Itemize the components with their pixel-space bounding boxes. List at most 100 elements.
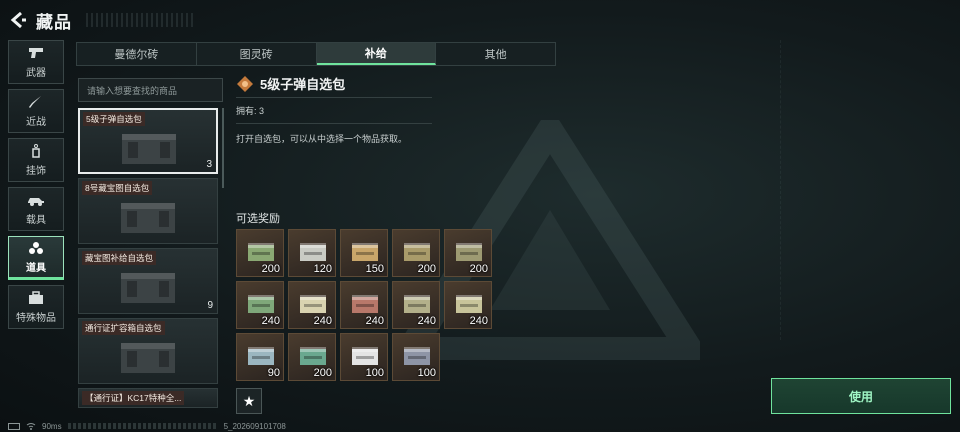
reward-item[interactable]: 240 bbox=[288, 281, 336, 329]
ammo-box-icon bbox=[404, 295, 430, 313]
reward-item[interactable]: 240 bbox=[340, 281, 388, 329]
vehicle-icon bbox=[28, 197, 44, 206]
reward-item[interactable]: 240 bbox=[236, 281, 284, 329]
background-hud-lines bbox=[780, 40, 960, 340]
reward-item[interactable]: 100 bbox=[392, 333, 440, 381]
subcategory-tabs: 曼德尔砖 图灵砖 补给 其他 bbox=[76, 42, 556, 66]
item-count: 3 bbox=[206, 159, 212, 170]
ammo-box-icon bbox=[300, 243, 326, 261]
reward-quantity: 200 bbox=[417, 263, 436, 275]
reward-item[interactable]: 200 bbox=[288, 333, 336, 381]
rewards-grid: 200 120 150 200 200 240 240 240 240 240 90 200 100 10… bbox=[236, 229, 496, 381]
item-name: 5级子弹自选包 bbox=[83, 112, 145, 126]
star-icon: ★ bbox=[242, 392, 256, 409]
ammo-box-icon bbox=[456, 243, 482, 261]
rail-item-special[interactable]: 特殊物品 bbox=[8, 285, 64, 329]
rail-label: 特殊物品 bbox=[16, 312, 56, 324]
item-name: 8号藏宝图自选包 bbox=[82, 181, 153, 195]
reward-item[interactable]: 100 bbox=[340, 333, 388, 381]
reward-quantity: 240 bbox=[469, 315, 488, 327]
reward-item[interactable]: 120 bbox=[288, 229, 336, 277]
battery-icon bbox=[8, 422, 20, 430]
ammo-box-icon bbox=[352, 295, 378, 313]
rail-label: 近战 bbox=[26, 116, 46, 128]
rewards-label: 可选奖励 bbox=[236, 213, 280, 225]
title-decoration bbox=[86, 13, 196, 27]
tab-other[interactable]: 其他 bbox=[436, 43, 555, 65]
search-input[interactable]: 请输入想要查找的商品 bbox=[78, 78, 223, 102]
reward-quantity: 240 bbox=[261, 315, 280, 327]
list-item[interactable]: 8号藏宝图自选包 bbox=[78, 178, 218, 244]
reward-quantity: 200 bbox=[261, 263, 280, 275]
reward-item[interactable]: 150 bbox=[340, 229, 388, 277]
reward-quantity: 100 bbox=[417, 367, 436, 379]
rail-label: 挂饰 bbox=[26, 165, 46, 177]
tab-mandel-brick[interactable]: 曼德尔砖 bbox=[77, 43, 197, 65]
reward-quantity: 100 bbox=[365, 367, 384, 379]
rail-item-weapons[interactable]: 武器 bbox=[8, 40, 64, 84]
reward-item[interactable]: 240 bbox=[444, 281, 492, 329]
item-list[interactable]: 5级子弹自选包 3 8号藏宝图自选包 藏宝图补给自选包 9 通行证扩容箱自选包 … bbox=[78, 108, 223, 432]
supply-crate-icon bbox=[121, 203, 175, 233]
item-name: 通行证扩容箱自选包 bbox=[82, 321, 165, 335]
rail-label: 载具 bbox=[26, 214, 46, 226]
rarity-diamond-icon bbox=[237, 75, 253, 92]
reward-item[interactable]: 200 bbox=[236, 229, 284, 277]
ammo-box-icon bbox=[404, 243, 430, 261]
item-name: 藏宝图补给自选包 bbox=[82, 251, 157, 265]
ammo-box-icon bbox=[248, 295, 274, 313]
use-button[interactable]: 使用 bbox=[771, 378, 951, 414]
ammo-box-icon bbox=[352, 347, 378, 365]
ammo-box-icon bbox=[248, 243, 274, 261]
reward-quantity: 90 bbox=[267, 367, 280, 379]
wifi-icon bbox=[26, 423, 36, 430]
rail-label: 武器 bbox=[26, 67, 46, 79]
back-arrow-icon[interactable] bbox=[8, 10, 28, 30]
reward-item[interactable]: 200 bbox=[444, 229, 492, 277]
ammo-box-icon bbox=[300, 347, 326, 365]
rail-item-items[interactable]: 道具 bbox=[8, 236, 64, 280]
ammo-box-icon bbox=[456, 295, 482, 313]
reward-quantity: 240 bbox=[417, 315, 436, 327]
reward-item[interactable]: 200 bbox=[392, 229, 440, 277]
header: 藏品 bbox=[8, 6, 196, 34]
list-item[interactable]: 5级子弹自选包 3 bbox=[78, 108, 218, 174]
reward-quantity: 200 bbox=[469, 263, 488, 275]
category-rail: 武器 近战 挂饰 载具 道具 特殊物品 bbox=[8, 40, 64, 334]
tab-turing-brick[interactable]: 图灵砖 bbox=[197, 43, 317, 65]
ammo-box-icon bbox=[300, 295, 326, 313]
list-item[interactable]: 通行证扩容箱自选包 bbox=[78, 318, 218, 384]
reward-item[interactable]: 240 bbox=[392, 281, 440, 329]
reward-item[interactable]: 90 bbox=[236, 333, 284, 381]
rail-label: 道具 bbox=[26, 262, 46, 274]
pistol-icon bbox=[29, 47, 43, 58]
favorite-button[interactable]: ★ bbox=[236, 388, 262, 414]
item-count: 9 bbox=[207, 300, 213, 311]
supply-crate-icon bbox=[121, 273, 175, 303]
rail-item-melee[interactable]: 近战 bbox=[8, 89, 64, 133]
item-name: 【通行证】KC17特种全... bbox=[82, 391, 185, 405]
reward-quantity: 120 bbox=[313, 263, 332, 275]
ping-readout: 90ms bbox=[42, 421, 62, 431]
knife-icon bbox=[29, 95, 41, 108]
ammo-box-icon bbox=[352, 243, 378, 261]
reward-quantity: 240 bbox=[313, 315, 332, 327]
status-bar: 90ms 5_202609101708 bbox=[8, 420, 286, 432]
detail-panel: 5级子弹自选包 拥有: 3 打开自选包，可以从中选择一个物品获取。 bbox=[236, 70, 432, 145]
list-item[interactable]: 【通行证】KC17特种全... bbox=[78, 388, 218, 408]
list-scrollbar[interactable] bbox=[222, 108, 224, 188]
reward-quantity: 200 bbox=[313, 367, 332, 379]
build-number: 5_202609101708 bbox=[223, 421, 286, 431]
detail-header: 5级子弹自选包 bbox=[236, 70, 432, 98]
supply-crate-icon bbox=[121, 343, 175, 373]
rail-item-vehicles[interactable]: 载具 bbox=[8, 187, 64, 231]
charm-icon bbox=[32, 143, 40, 158]
page-title: 藏品 bbox=[36, 12, 72, 32]
owned-count: 拥有: 3 bbox=[236, 98, 432, 124]
rail-item-charms[interactable]: 挂饰 bbox=[8, 138, 64, 182]
items-icon bbox=[29, 241, 43, 254]
list-item[interactable]: 藏宝图补给自选包 9 bbox=[78, 248, 218, 314]
status-redacted-bar bbox=[67, 423, 218, 429]
tab-supplies[interactable]: 补给 bbox=[316, 43, 437, 65]
reward-quantity: 240 bbox=[365, 315, 384, 327]
